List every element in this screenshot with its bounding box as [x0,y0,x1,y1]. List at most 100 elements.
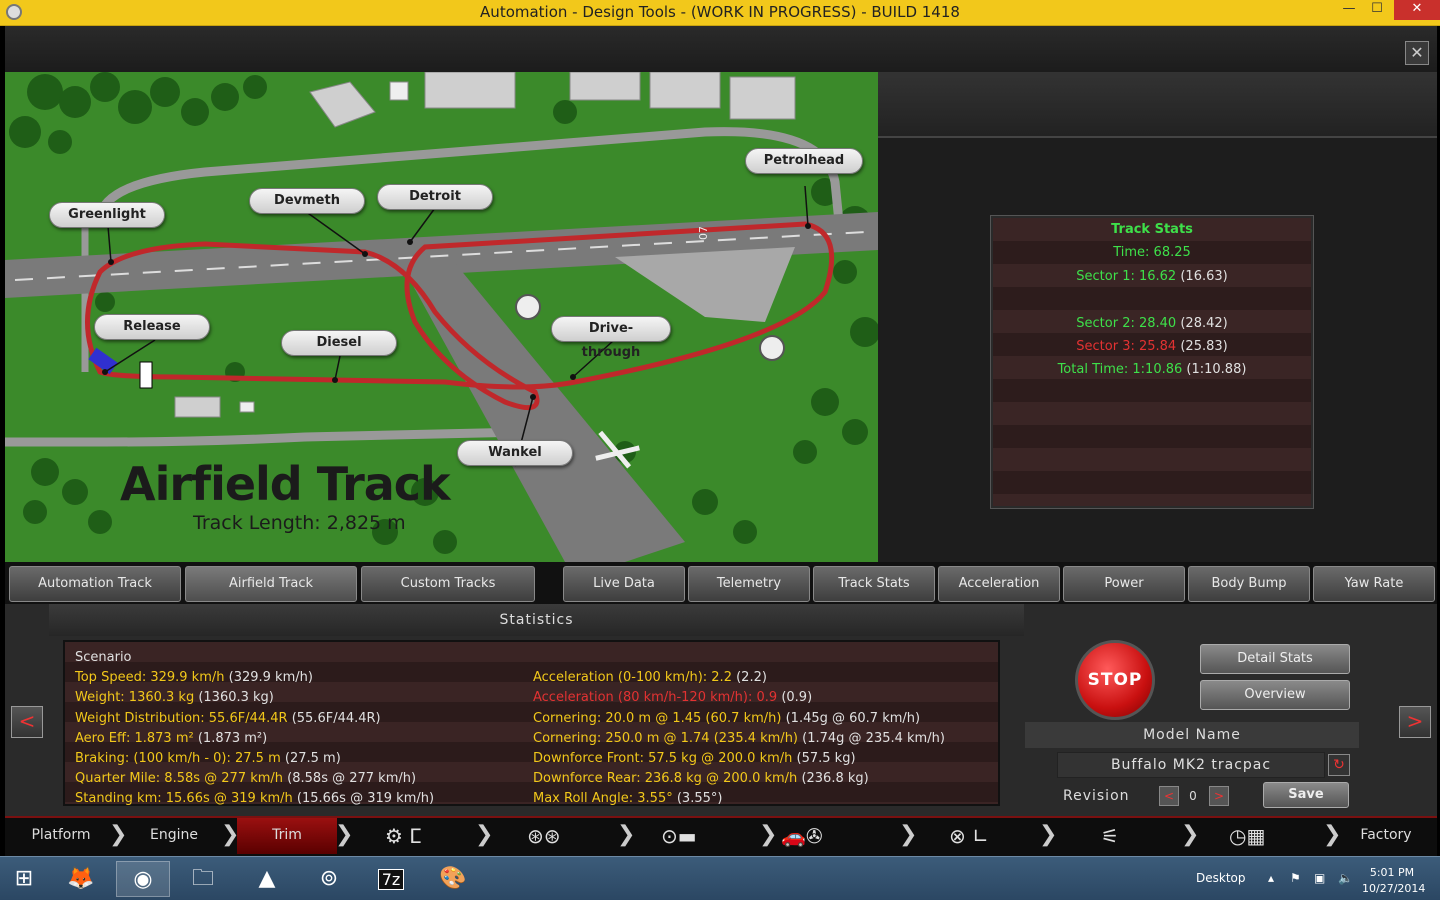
testing-icon[interactable]: ◷▦ [1229,824,1265,848]
track-length: Track Length: 2,825 m [193,512,406,534]
nav-trim[interactable]: Trim [237,818,337,854]
clock-time: 5:01 PM [1369,866,1415,879]
track-stats-box: Track Stats Time: 68.25 Sector 1: 16.62 … [990,215,1314,509]
chevron-right-icon: ❯ [1323,822,1342,847]
stat-row: Acceleration (0-100 km/h): 2.2 (2.2) [533,670,767,686]
paint-icon[interactable]: 🎨 [426,861,480,897]
detail-stats-button[interactable]: Detail Stats [1200,644,1350,674]
wheels-icon[interactable]: ⊛⊛ [527,824,561,848]
statistics-table: Scenario Top Speed: 329.9 km/h (329.9 km… [63,640,1000,806]
panel-close-button[interactable]: ✕ [1405,41,1429,65]
callout-petrolhead: Petrolhead [745,148,863,174]
start-button-icon[interactable]: ⊞ [0,861,48,897]
nav-engine[interactable]: Engine [125,818,223,854]
stat-row: Top Speed: 329.9 km/h (329.9 km/h) [75,670,313,686]
track-stats-title: Track Stats [1111,222,1193,237]
desktop-toolbar-label[interactable]: Desktop [1196,871,1246,885]
chevron-right-icon: ❯ [1181,822,1200,847]
chevron-right-icon: ❯ [1039,822,1058,847]
tab-custom-tracks[interactable]: Custom Tracks [361,566,535,602]
minimize-button[interactable]: — [1336,0,1362,20]
stat-row: Cornering: 20.0 m @ 1.45 (60.7 km/h) (1.… [533,710,921,726]
total-time-ref: (1:10.88) [1182,362,1247,378]
stop-button[interactable]: STOP [1075,640,1155,720]
stat-row: Weight Distribution: 55.6F/44.4R (55.6F/… [75,710,381,726]
revision-label: Revision [1063,788,1130,804]
flag-icon[interactable]: ⚑ [1290,871,1301,885]
volume-icon[interactable]: 🔈 [1338,871,1353,885]
top-toolbar: ✕ [5,26,1437,72]
callout-detroit: Detroit [377,184,493,210]
nav-platform[interactable]: Platform [5,818,117,854]
chevron-right-icon: ❯ [759,822,778,847]
vlc-icon[interactable]: ▲ [240,861,294,897]
tab-track-stats[interactable]: Track Stats [813,566,935,602]
tab-yaw-rate[interactable]: Yaw Rate [1313,566,1435,602]
stat-row: Quarter Mile: 8.58s @ 277 km/h (8.58s @ … [75,771,417,787]
sevenzip-icon[interactable]: 7z [364,861,418,897]
tab-body-bump[interactable]: Body Bump [1188,566,1310,602]
model-controls: STOP Detail Stats Overview Model Name Bu… [1025,636,1365,812]
interior-icon[interactable]: ⊗ ∟ [949,824,989,848]
body-aero-icon[interactable]: 🚗✇ [781,824,823,848]
chevron-right-icon: ❯ [617,822,636,847]
refresh-icon[interactable]: ↻ [1328,754,1350,776]
stat-row: Acceleration (80 km/h-120 km/h): 0.9 (0.… [533,690,813,706]
revision-value: 0 [1189,789,1197,803]
total-time: Total Time: 1:10.86 [1057,362,1183,378]
model-name-field[interactable]: Buffalo MK2 tracpac [1057,752,1325,778]
sector3-time: Sector 3: 25.84 [1076,338,1177,354]
revision-prev-button[interactable]: < [1159,786,1179,806]
save-button[interactable]: Save [1263,782,1349,808]
right-panel-header [878,72,1437,138]
maximize-button[interactable]: ☐ [1364,0,1390,20]
chevron-right-icon: ❯ [899,822,918,847]
stat-row: Cornering: 250.0 m @ 1.74 (235.4 km/h) (… [533,730,945,746]
right-panel: Track Stats Time: 68.25 Sector 1: 16.62 … [878,72,1437,562]
sector2-time: Sector 2: 28.40 [1076,315,1177,331]
suspension-icon[interactable]: ⊙▬ [661,824,697,848]
tuning-icon[interactable]: ⚟ [1101,824,1119,848]
previous-page-button[interactable]: < [11,706,43,738]
gearbox-icon[interactable]: ⚙ ⵎ [385,824,422,848]
revision-next-button[interactable]: > [1209,786,1229,806]
next-page-button[interactable]: > [1399,706,1431,738]
nav-factory[interactable]: Factory [1341,818,1431,854]
sector3-ref: (25.83) [1176,338,1228,354]
statistics-area: Statistics < Scenario Top Speed: 329.9 k… [5,604,1437,816]
file-explorer-icon[interactable]: 🗀 [176,861,230,897]
taskbar-clock[interactable]: 5:01 PM 10/27/2014 [1362,865,1426,897]
tray-expand-icon[interactable]: ▴ [1268,871,1274,885]
network-icon[interactable]: ▣ [1314,871,1325,885]
app-frame: ✕ 07 Greenlight Devmeth Detroit Petrolhe… [5,26,1437,856]
windows-taskbar: ⊞ 🦊 ◉ 🗀 ▲ ⊚ 7z 🎨 Desktop ▴ ⚑ ▣ 🔈 5:01 PM… [0,856,1440,900]
tab-automation-track[interactable]: Automation Track [9,566,181,602]
callout-devmeth: Devmeth [249,188,365,214]
window-close-button[interactable]: ✕ [1394,0,1440,20]
tab-live-data[interactable]: Live Data [563,566,685,602]
tab-telemetry[interactable]: Telemetry [688,566,810,602]
track-title: Airfield Track [120,457,451,511]
tab-acceleration[interactable]: Acceleration [938,566,1060,602]
stats-left-column: Scenario Top Speed: 329.9 km/h (329.9 km… [75,648,434,810]
tab-airfield-track[interactable]: Airfield Track [185,566,357,602]
overview-button[interactable]: Overview [1200,680,1350,710]
clock-date: 10/27/2014 [1362,882,1426,895]
sector2-ref: (28.42) [1176,315,1228,331]
tab-power[interactable]: Power [1063,566,1185,602]
sector1-ref: (16.63) [1176,268,1228,284]
tab-bar: Automation Track Airfield Track Custom T… [5,562,1437,604]
chevron-right-icon: ❯ [335,822,354,847]
sector1-time: Sector 1: 16.62 [1076,268,1177,284]
bottom-navigation: Platform ❯ Engine ❯ Trim ❯ ⚙ ⵎ ❯ ⊛⊛ ❯ ⊙▬… [5,816,1437,856]
callout-greenlight: Greenlight [49,202,165,228]
automation-app-icon[interactable]: ◉ [116,861,170,897]
stat-row: Aero Eff: 1.873 m² (1.873 m²) [75,730,268,746]
model-name-label: Model Name [1025,722,1359,748]
window-titlebar: Automation - Design Tools - (WORK IN PRO… [0,0,1440,26]
stat-row: Weight: 1360.3 kg (1360.3 kg) [75,690,274,706]
firefox-icon[interactable]: 🦊 [54,861,108,897]
steam-icon[interactable]: ⊚ [302,861,356,897]
window-title: Automation - Design Tools - (WORK IN PRO… [480,3,960,21]
track-map: 07 Greenlight Devmeth Detroit Petrolhead… [5,72,878,562]
